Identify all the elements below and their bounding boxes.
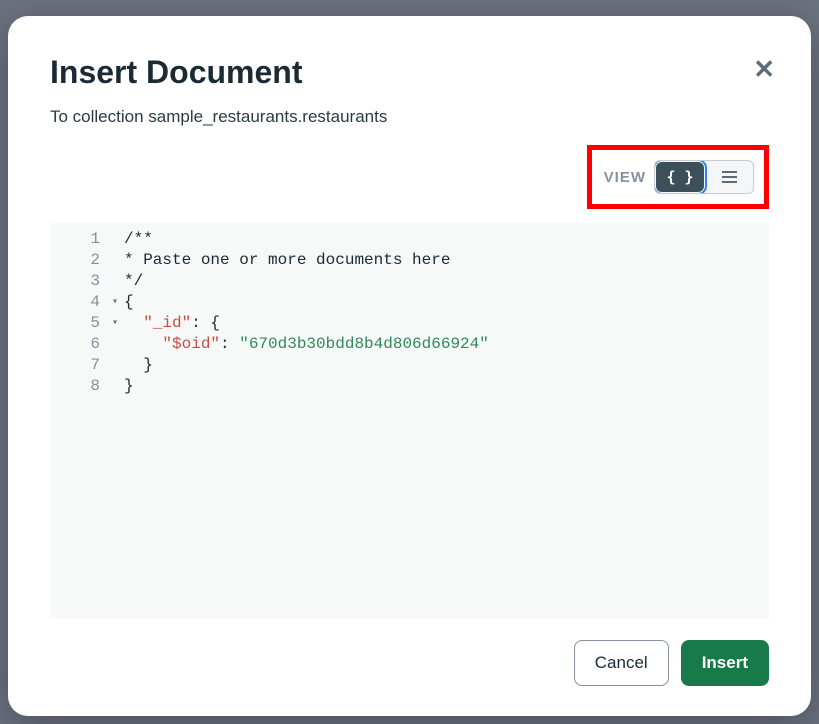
line-number: 1 — [50, 229, 106, 250]
line-number: 2 — [50, 250, 106, 271]
modal-subtitle: To collection sample_restaurants.restaur… — [50, 107, 769, 127]
view-toggle-group: { } — [654, 160, 754, 194]
code-editor[interactable]: 1/**2* Paste one or more documents here3… — [50, 223, 769, 618]
view-toggle-highlight: VIEW { } — [587, 145, 769, 209]
code-line[interactable]: 5▾ "_id": { — [50, 313, 769, 334]
code-content: "$oid": "670d3b30bdd8b4d806d66924" — [124, 334, 489, 355]
insert-document-modal: ✕ Insert Document To collection sample_r… — [8, 16, 811, 716]
code-content: */ — [124, 271, 143, 292]
code-line[interactable]: 7 } — [50, 355, 769, 376]
line-number: 8 — [50, 376, 106, 397]
insert-button[interactable]: Insert — [681, 640, 769, 686]
modal-title: Insert Document — [50, 54, 769, 91]
close-icon: ✕ — [753, 54, 775, 84]
braces-icon: { } — [666, 168, 693, 186]
code-line[interactable]: 4▾{ — [50, 292, 769, 313]
close-button[interactable]: ✕ — [753, 56, 775, 82]
modal-footer: Cancel Insert — [50, 640, 769, 686]
code-line[interactable]: 1 /** — [50, 229, 769, 250]
line-number: 4 — [50, 292, 106, 313]
code-line[interactable]: 6 "$oid": "670d3b30bdd8b4d806d66924" — [50, 334, 769, 355]
list-view-toggle[interactable] — [705, 162, 753, 192]
json-view-toggle[interactable]: { } — [656, 162, 704, 192]
code-content: "_id": { — [124, 313, 220, 334]
view-toggle-row: VIEW { } — [50, 139, 769, 215]
code-content: } — [124, 376, 134, 397]
line-number: 5 — [50, 313, 106, 334]
code-content: } — [124, 355, 153, 376]
code-content: /** — [124, 229, 153, 250]
line-number: 6 — [50, 334, 106, 355]
code-line[interactable]: 2 * Paste one or more documents here — [50, 250, 769, 271]
code-content: { — [124, 292, 134, 313]
code-line[interactable]: 3 */ — [50, 271, 769, 292]
code-line[interactable]: 8} — [50, 376, 769, 397]
line-number: 3 — [50, 271, 106, 292]
cancel-button[interactable]: Cancel — [574, 640, 669, 686]
view-label: VIEW — [604, 169, 646, 186]
code-content: * Paste one or more documents here — [124, 250, 450, 271]
fold-toggle[interactable]: ▾ — [106, 313, 124, 334]
line-number: 7 — [50, 355, 106, 376]
fold-toggle[interactable]: ▾ — [106, 292, 124, 313]
list-icon — [722, 171, 737, 183]
